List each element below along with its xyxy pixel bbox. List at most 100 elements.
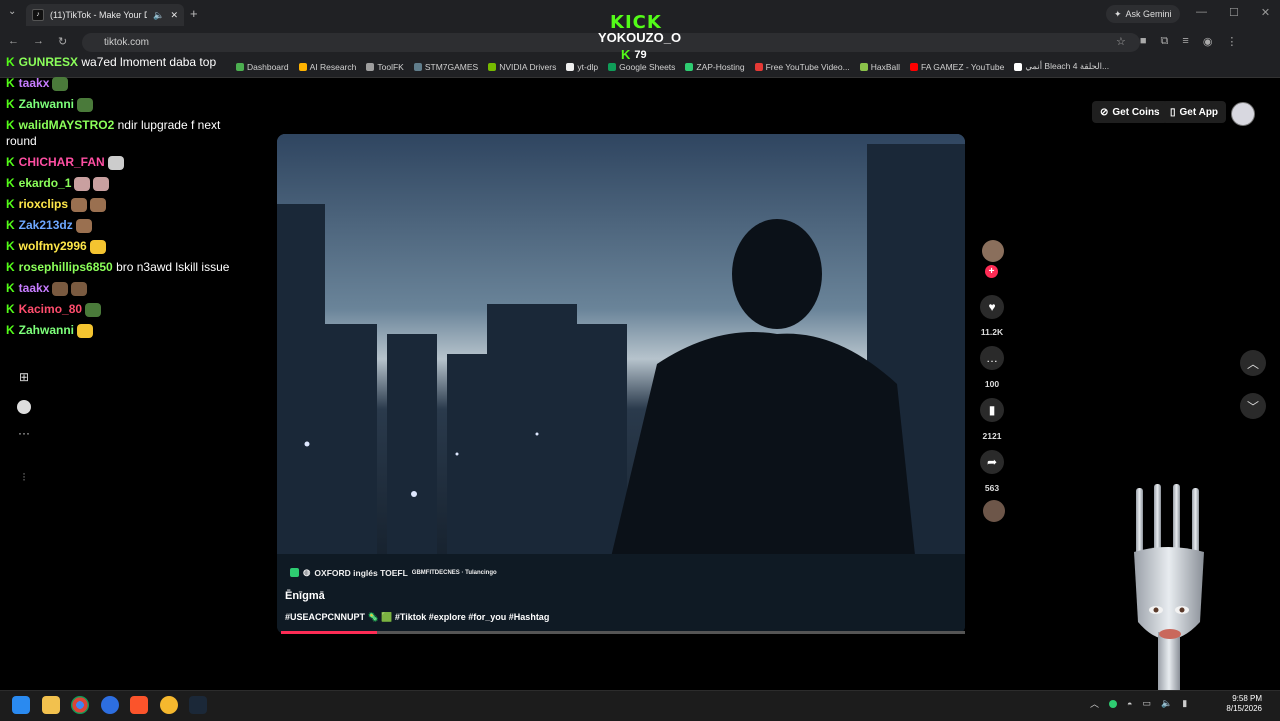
close-window-icon[interactable]: ✕: [1261, 6, 1270, 19]
bookmark-label: ZAP-Hosting: [696, 61, 745, 72]
browser-tab[interactable]: ♪ (11)TikTok - Make Your Day 🔈 ✕: [26, 4, 184, 26]
chat-message: K GUNRESX wa7ed lmoment daba top: [6, 54, 236, 70]
profile-icon[interactable]: ◉: [1203, 35, 1213, 48]
video-player[interactable]: [277, 134, 965, 634]
globe-icon: ◍: [303, 567, 311, 577]
bookmark-item[interactable]: Google Sheets: [608, 62, 675, 72]
close-tab-icon[interactable]: ✕: [170, 10, 178, 21]
extension-icon[interactable]: ■: [1140, 35, 1147, 48]
bookmark-item[interactable]: ToolFK: [366, 62, 404, 72]
back-icon[interactable]: ←: [8, 35, 19, 48]
bookmark-label: FA GAMEZ - YouTube: [921, 61, 1005, 72]
green-status-icon[interactable]: [1109, 699, 1118, 708]
media-icon[interactable]: ≡: [1182, 35, 1188, 48]
bookmark-item[interactable]: NVIDIA Drivers: [488, 62, 556, 72]
emote-icon: [107, 155, 124, 170]
chat-username[interactable]: Kacimo_80: [19, 302, 82, 316]
bookmark-star-icon[interactable]: ☆: [1116, 35, 1126, 48]
network-icon[interactable]: ▭: [1142, 698, 1151, 709]
get-app-button[interactable]: ▯ Get App: [1162, 101, 1227, 123]
upload-icon[interactable]: ⊞: [16, 370, 32, 386]
minimize-icon[interactable]: —: [1196, 6, 1207, 19]
chat-username[interactable]: CHICHAR_FAN: [19, 155, 105, 169]
get-coins-button[interactable]: ⊘ Get Coins: [1092, 101, 1168, 123]
chat-username[interactable]: rosephillips6850: [19, 260, 113, 274]
kick-badge-icon: K: [6, 218, 15, 232]
chat-username[interactable]: rioxclips: [19, 197, 68, 211]
kick-badge-icon: K: [6, 302, 15, 316]
location-pin-icon: [290, 568, 299, 577]
video-progress-track[interactable]: [281, 631, 965, 634]
kick-badge-icon: K: [6, 176, 15, 190]
bookmark-icon[interactable]: ▮: [980, 398, 1004, 422]
chat-text: bro n3awd lskill issue: [116, 260, 230, 274]
chat-username[interactable]: Zak213dz: [19, 218, 73, 232]
battery-icon[interactable]: ▮: [1182, 698, 1187, 709]
steam-icon[interactable]: [189, 696, 207, 714]
like-icon[interactable]: ♥: [980, 295, 1004, 319]
maximize-icon[interactable]: ☐: [1229, 6, 1239, 19]
taskbar-clock[interactable]: 9:58 PM 8/15/2026: [1210, 694, 1262, 714]
chat-username[interactable]: wolfmy2996: [19, 239, 87, 253]
time: 9:58 PM: [1232, 694, 1262, 703]
menu-icon[interactable]: ⋮: [1226, 35, 1237, 48]
location-tag[interactable]: ◍ OXFORD inglés TOEFL GBMFITDECNES · Tul…: [290, 567, 497, 578]
bookmark-item[interactable]: ZAP-Hosting: [685, 61, 745, 72]
audio-icon[interactable]: 🔈: [153, 10, 164, 21]
volume-icon[interactable]: 🔈: [1161, 698, 1172, 709]
creator-avatar[interactable]: [982, 240, 1004, 262]
file-explorer-icon[interactable]: [42, 696, 60, 714]
comment-icon[interactable]: …: [980, 346, 1004, 370]
emote-icon: [71, 197, 88, 212]
follow-plus-icon[interactable]: +: [985, 265, 998, 278]
bookmark-item[interactable]: أنمي Bleach الحلقة 4...: [1014, 61, 1109, 72]
kick-badge-icon: K: [6, 155, 15, 169]
bookmark-item[interactable]: AI Research: [298, 62, 356, 72]
video-author[interactable]: Ēnīgmā: [285, 590, 325, 602]
bookmark-item[interactable]: Free YouTube Video...: [754, 62, 850, 72]
chat-username[interactable]: Zahwanni: [19, 97, 74, 111]
chat-username[interactable]: Zahwanni: [19, 323, 74, 337]
bookmark-item[interactable]: STM7GAMES: [413, 62, 478, 72]
browser-icon[interactable]: [101, 696, 119, 714]
emote-icon: [90, 197, 107, 212]
chat-message: Krioxclips: [6, 196, 236, 212]
bookmark-item[interactable]: yt-dlp: [566, 62, 598, 72]
save-count: 2121: [982, 431, 1002, 441]
chat-username[interactable]: taakx: [19, 281, 50, 295]
share-count: 563: [984, 483, 1000, 493]
chat-username[interactable]: ekardo_1: [19, 176, 72, 190]
share-icon[interactable]: ➦: [980, 450, 1004, 474]
chat-username[interactable]: walidMAYSTRO2: [19, 118, 115, 132]
kick-badge-icon: K: [6, 197, 15, 211]
ask-gemini-label: Ask Gemini: [1125, 9, 1172, 19]
forward-icon[interactable]: →: [33, 35, 44, 48]
next-video-icon[interactable]: ﹀: [1240, 393, 1266, 419]
video-hashtags[interactable]: #USEACPCNNUPT 🦠 🟩 #Tiktok #explore #for_…: [285, 612, 549, 623]
bookmark-item[interactable]: FA GAMEZ - YouTube: [910, 62, 1004, 72]
start-windows-icon[interactable]: [12, 696, 30, 714]
tab-search-icon[interactable]: ⌄: [8, 6, 16, 17]
music-disc-icon[interactable]: [983, 500, 1005, 522]
location-text: OXFORD inglés TOEFL: [314, 567, 408, 578]
bookmark-item[interactable]: Dashboard: [236, 62, 289, 72]
bookmark-item[interactable]: HaxBall: [859, 62, 900, 72]
more-icon[interactable]: ···: [16, 426, 32, 442]
reload-icon[interactable]: ↻: [58, 35, 67, 48]
brave-icon[interactable]: [130, 696, 148, 714]
chat-message: K Kacimo_80: [6, 301, 236, 317]
new-tab-button[interactable]: +: [190, 6, 198, 21]
tray-overflow-icon[interactable]: ︿: [1090, 697, 1099, 710]
chat-username[interactable]: GUNRESX: [19, 55, 78, 69]
chrome-icon[interactable]: [71, 696, 89, 714]
app-icon[interactable]: [160, 696, 178, 714]
ask-gemini-button[interactable]: ✦ Ask Gemini: [1106, 5, 1180, 23]
bookmark-favicon-icon: [859, 62, 868, 71]
previous-video-icon[interactable]: ︿: [1240, 350, 1266, 376]
profile-sidebar-icon[interactable]: [17, 400, 31, 414]
avatar[interactable]: [1231, 102, 1255, 126]
bookmark-favicon-icon: [566, 62, 575, 71]
discord-icon[interactable]: ◓: [1127, 699, 1132, 709]
chat-username[interactable]: taakx: [19, 76, 50, 90]
extensions-puzzle-icon[interactable]: ⧉: [1161, 35, 1169, 48]
